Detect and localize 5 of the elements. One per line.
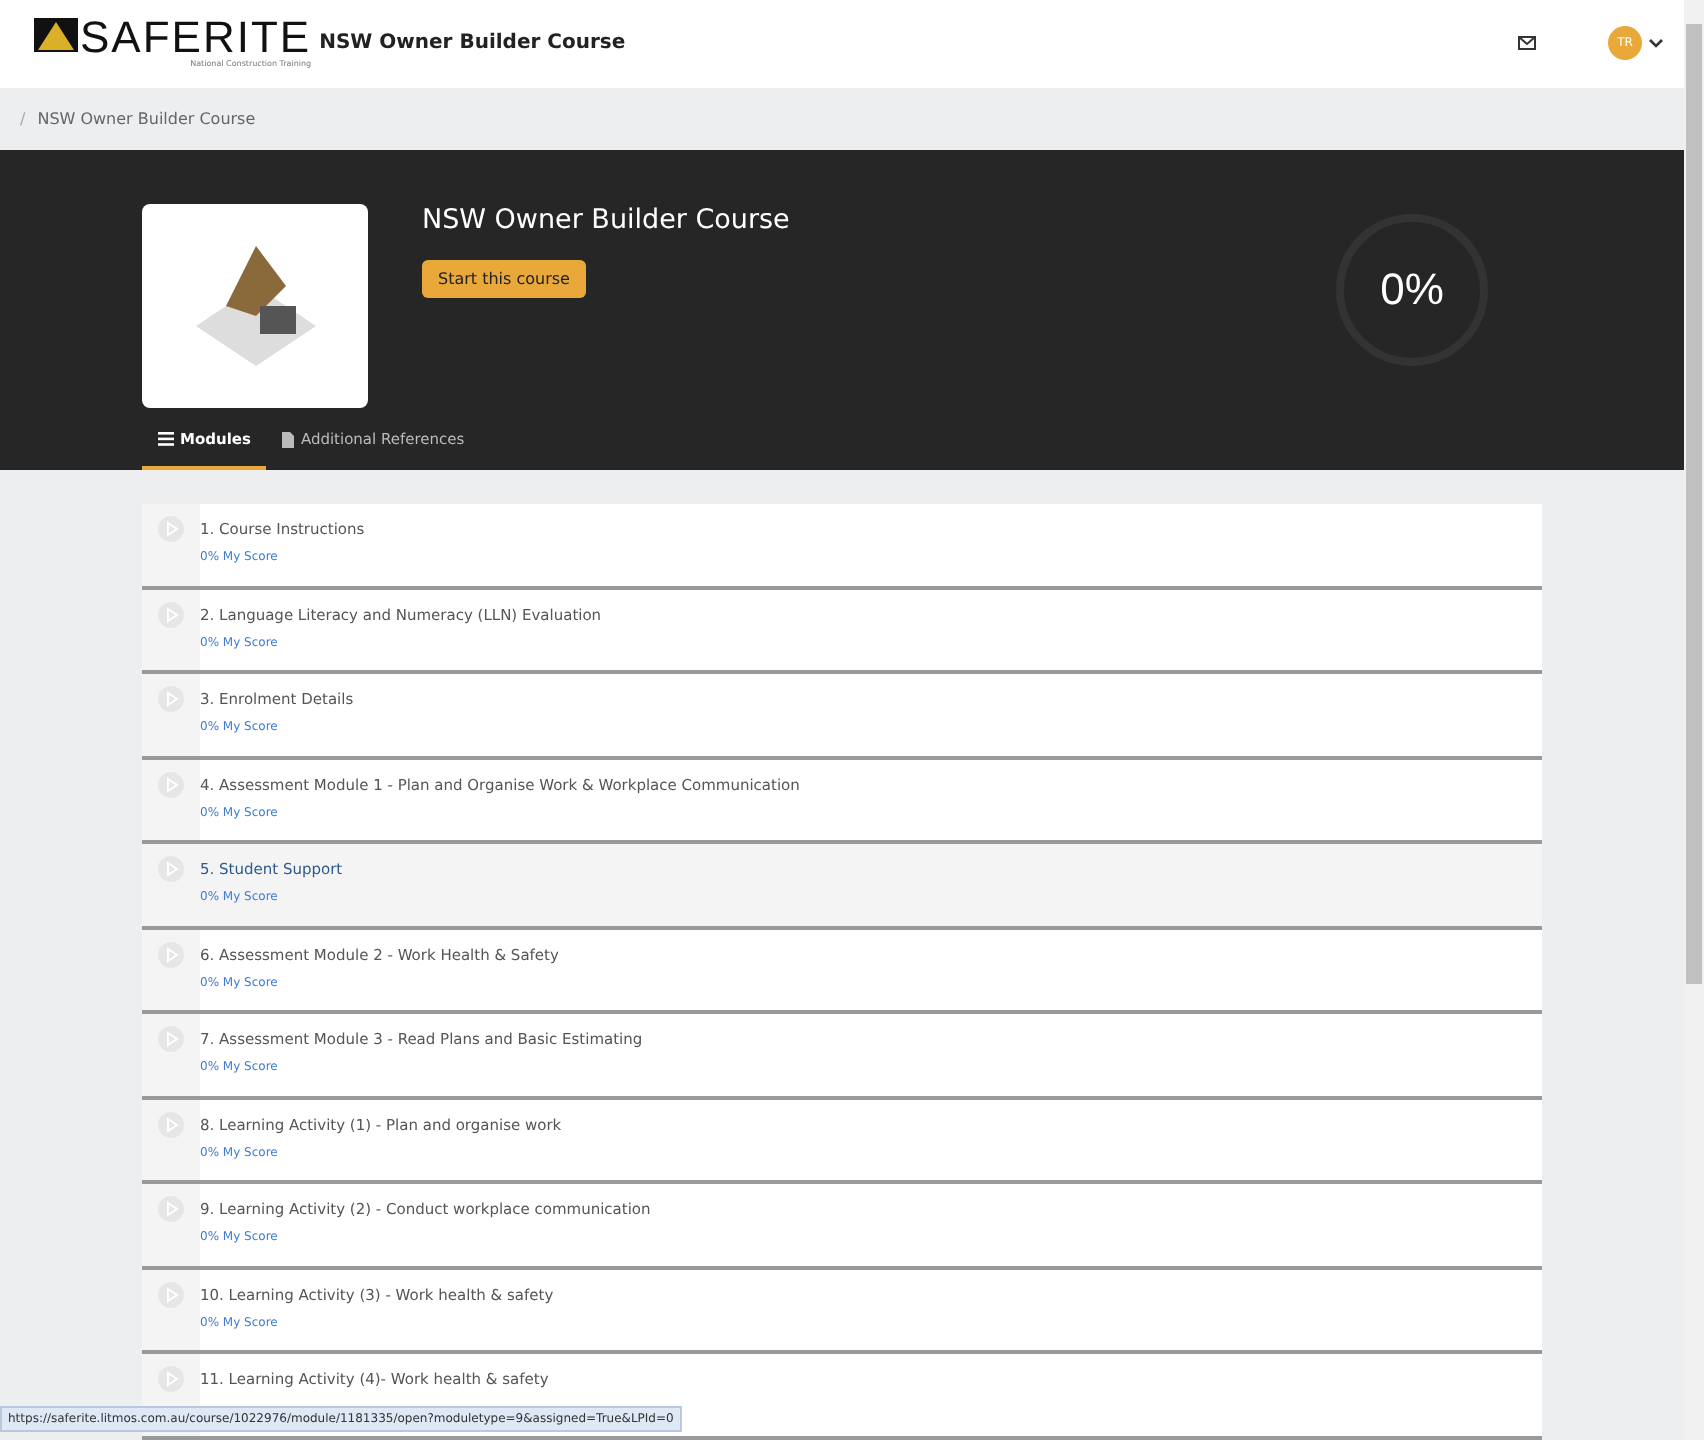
course-title: NSW Owner Builder Course: [422, 203, 790, 236]
breadcrumb-separator: /: [20, 109, 26, 128]
progress-percent: 0%: [1380, 263, 1444, 316]
logo-text: SAFERITE: [80, 18, 312, 59]
header-title: NSW Owner Builder Course: [319, 32, 626, 55]
